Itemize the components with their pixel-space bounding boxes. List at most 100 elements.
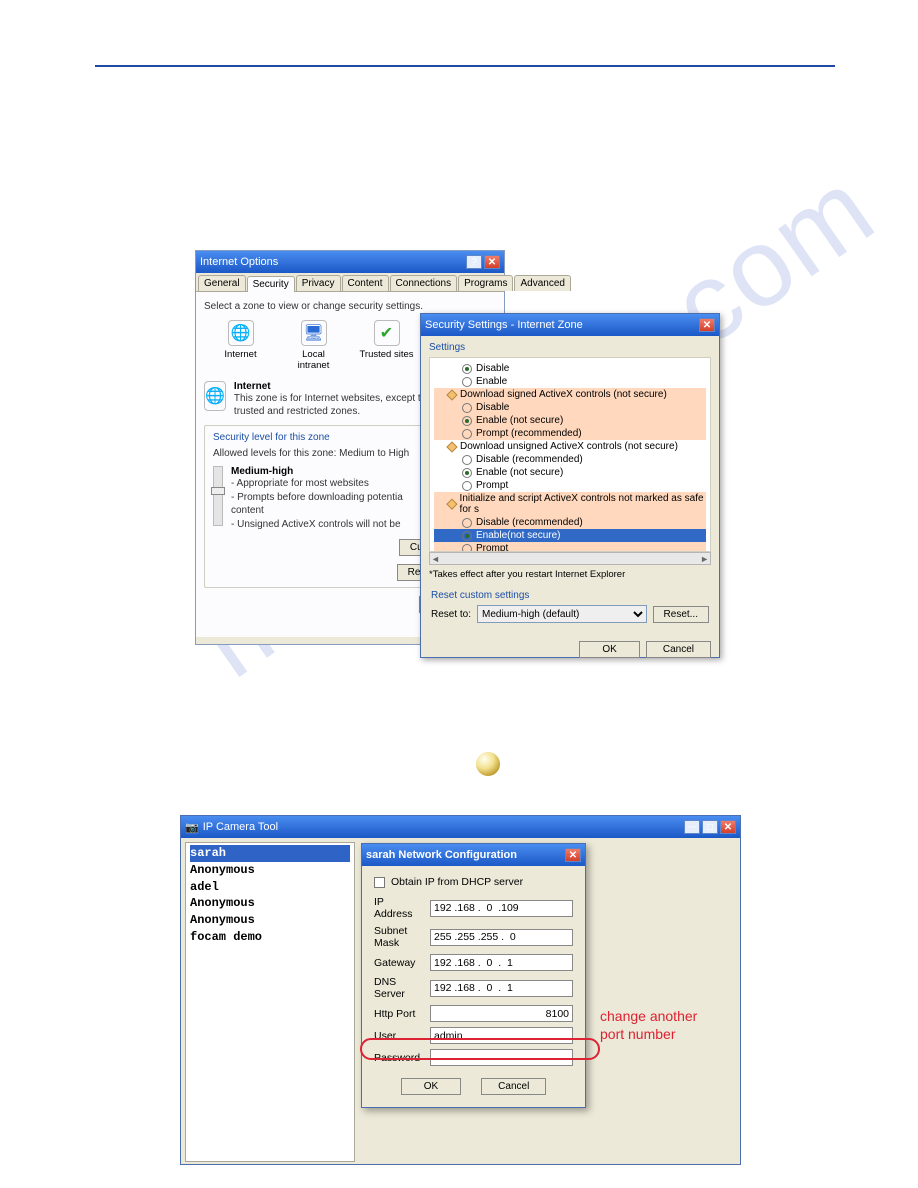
ok-button[interactable]: OK	[401, 1078, 461, 1095]
settings-radio-item[interactable]: Disable	[434, 401, 706, 414]
settings-item-label: Disable	[476, 402, 509, 413]
radio-icon[interactable]	[462, 377, 472, 387]
settings-group-item[interactable]: Download unsigned ActiveX controls (not …	[434, 440, 706, 453]
tab-privacy[interactable]: Privacy	[296, 275, 341, 291]
network-config-titlebar[interactable]: sarah Network Configuration ✕	[362, 844, 585, 866]
zone-header: Internet	[234, 381, 271, 392]
camera-list[interactable]: sarahAnonymousadelAnonymousAnonymousfoca…	[185, 842, 355, 1162]
dns-server-field[interactable]	[430, 980, 573, 997]
maximize-icon[interactable]: □	[702, 820, 718, 834]
close-icon[interactable]: ✕	[720, 820, 736, 834]
settings-radio-item[interactable]: Disable	[434, 362, 706, 375]
internet-options-titlebar[interactable]: Internet Options ? ✕	[196, 251, 504, 273]
level-bullet: content	[231, 504, 403, 518]
close-icon[interactable]: ✕	[484, 255, 500, 269]
camera-list-item[interactable]: adel	[190, 879, 350, 896]
radio-icon[interactable]	[462, 518, 472, 528]
settings-item-label: Enable (not secure)	[476, 415, 563, 426]
settings-radio-item[interactable]: Prompt	[434, 542, 706, 552]
security-slider[interactable]	[213, 466, 223, 526]
gateway-field[interactable]	[430, 954, 573, 971]
settings-radio-item[interactable]: Disable (recommended)	[434, 453, 706, 466]
reset-button[interactable]: Reset...	[653, 606, 709, 623]
tab-general[interactable]: General	[198, 275, 246, 291]
ok-button[interactable]: OK	[579, 641, 639, 658]
settings-radio-item[interactable]: Enable	[434, 375, 706, 388]
radio-icon[interactable]	[462, 468, 472, 478]
intranet-icon: 🖥	[301, 320, 327, 346]
camera-list-item[interactable]: Anonymous	[190, 895, 350, 912]
radio-icon[interactable]	[462, 455, 472, 465]
dhcp-label: Obtain IP from DHCP server	[391, 876, 523, 888]
network-config-title: sarah Network Configuration	[366, 849, 517, 861]
help-icon[interactable]: ?	[466, 255, 482, 269]
settings-radio-item[interactable]: Prompt	[434, 479, 706, 492]
radio-icon[interactable]	[462, 416, 472, 426]
settings-radio-item[interactable]: Enable(not secure)	[434, 529, 706, 542]
settings-item-label: Prompt	[476, 480, 508, 491]
check-icon: ✔	[374, 320, 400, 346]
ip-address-field[interactable]	[430, 900, 573, 917]
settings-item-label: Enable (not secure)	[476, 467, 563, 478]
camera-list-item[interactable]: Anonymous	[190, 862, 350, 879]
tab-advanced[interactable]: Advanced	[514, 275, 570, 291]
settings-item-label: Prompt (recommended)	[476, 428, 582, 439]
bullet-icon	[476, 752, 500, 776]
zone-internet[interactable]: 🌐 Internet	[213, 320, 269, 371]
radio-icon[interactable]	[462, 531, 472, 541]
settings-item-label: Prompt	[476, 543, 508, 552]
camera-icon: 📷	[185, 821, 199, 834]
ip-label: IP Address	[374, 896, 422, 920]
settings-item-label: Disable (recommended)	[476, 517, 583, 528]
security-settings-titlebar[interactable]: Security Settings - Internet Zone ✕	[421, 314, 719, 336]
internet-options-tabs: General Security Privacy Content Connect…	[196, 273, 504, 292]
settings-group-item[interactable]: Download signed ActiveX controls (not se…	[434, 388, 706, 401]
ip-camera-title: IP Camera Tool	[203, 821, 278, 833]
annotation-text: change anotherport number	[600, 1008, 697, 1043]
ip-camera-titlebar[interactable]: 📷 IP Camera Tool ─ □ ✕	[181, 816, 740, 838]
settings-radio-item[interactable]: Enable (not secure)	[434, 414, 706, 427]
tab-connections[interactable]: Connections	[390, 275, 458, 291]
reset-custom-title: Reset custom settings	[431, 590, 709, 601]
settings-group-label: Settings	[429, 342, 711, 353]
http-port-field[interactable]	[430, 1005, 573, 1022]
level-bullet: - Prompts before downloading potentia	[231, 491, 403, 505]
page-rule	[95, 65, 835, 67]
radio-icon[interactable]	[462, 544, 472, 553]
settings-radio-item[interactable]: Prompt (recommended)	[434, 427, 706, 440]
user-field[interactable]	[430, 1027, 573, 1044]
settings-item-label: Download unsigned ActiveX controls (not …	[460, 441, 678, 452]
settings-group-item[interactable]: Initialize and script ActiveX controls n…	[434, 492, 706, 516]
zone-trusted-sites[interactable]: ✔ Trusted sites	[359, 320, 415, 371]
close-icon[interactable]: ✕	[565, 848, 581, 862]
radio-icon[interactable]	[462, 429, 472, 439]
camera-list-item[interactable]: sarah	[190, 845, 350, 862]
subnet-mask-field[interactable]	[430, 929, 573, 946]
camera-list-item[interactable]: Anonymous	[190, 912, 350, 929]
dns-label: DNS Server	[374, 976, 422, 1000]
cancel-button[interactable]: Cancel	[646, 641, 711, 658]
close-icon[interactable]: ✕	[699, 318, 715, 332]
dhcp-checkbox[interactable]	[374, 877, 385, 888]
settings-item-label: Enable	[476, 376, 507, 387]
radio-icon[interactable]	[462, 364, 472, 374]
minimize-icon[interactable]: ─	[684, 820, 700, 834]
password-field[interactable]	[430, 1049, 573, 1066]
tab-security[interactable]: Security	[247, 276, 295, 292]
settings-tree[interactable]: DisableEnableDownload signed ActiveX con…	[429, 357, 711, 552]
camera-list-item[interactable]: focam demo	[190, 929, 350, 946]
internet-options-title: Internet Options	[200, 256, 278, 268]
settings-radio-item[interactable]: Disable (recommended)	[434, 516, 706, 529]
settings-radio-item[interactable]: Enable (not secure)	[434, 466, 706, 479]
tab-content[interactable]: Content	[342, 275, 389, 291]
zone-local-intranet[interactable]: 🖥 Local intranet	[286, 320, 342, 371]
settings-item-label: Disable (recommended)	[476, 454, 583, 465]
radio-icon[interactable]	[462, 481, 472, 491]
reset-to-select[interactable]: Medium-high (default)	[477, 605, 647, 623]
tab-programs[interactable]: Programs	[458, 275, 513, 291]
ip-camera-tool-window: 📷 IP Camera Tool ─ □ ✕ sarahAnonymousade…	[180, 815, 741, 1165]
cancel-button[interactable]: Cancel	[481, 1078, 546, 1095]
diamond-icon	[446, 499, 457, 510]
radio-icon[interactable]	[462, 403, 472, 413]
horizontal-scrollbar[interactable]: ◄►	[429, 552, 711, 565]
